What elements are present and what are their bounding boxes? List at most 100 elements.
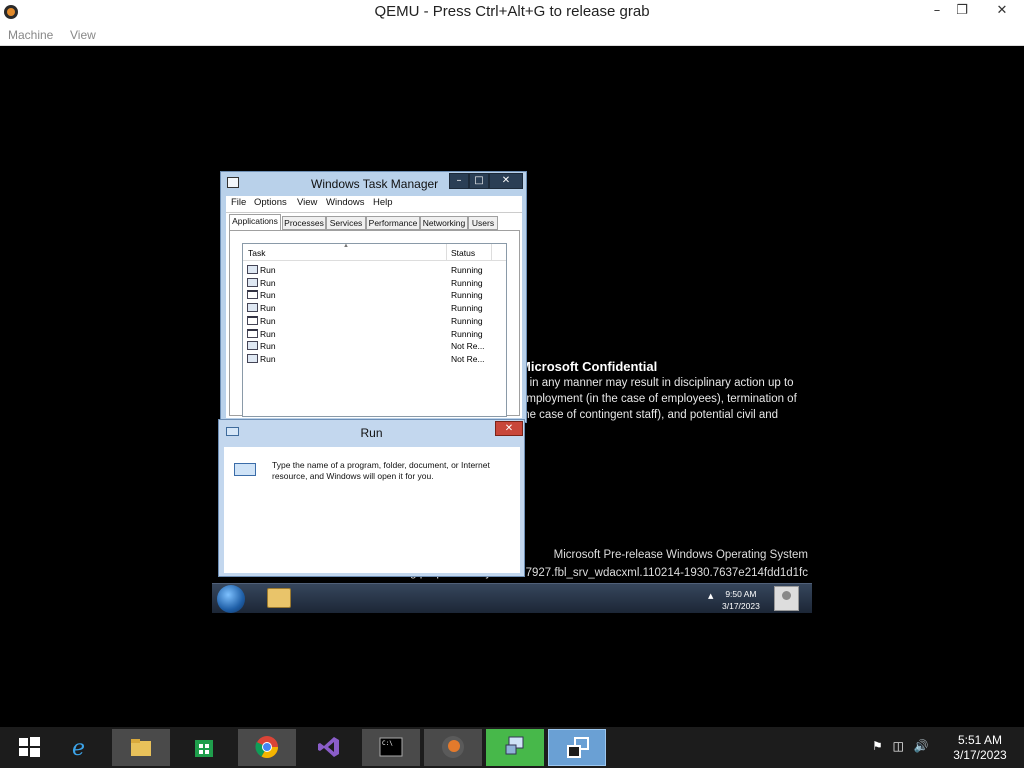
restore-button[interactable]: ❐ [947,0,977,22]
table-row[interactable]: Run Running [243,277,506,289]
task-status: Running [451,265,483,275]
tm-menu-options[interactable]: Options [254,197,287,208]
menu-view[interactable]: View [70,28,96,42]
run-dialog[interactable]: Run ✕ Type the name of a program, folder… [218,419,525,577]
window-icon [247,353,258,363]
tab-services[interactable]: Services [326,216,366,230]
tab-applications[interactable]: Applications [229,214,281,231]
show-hidden-icons-icon[interactable]: ▲ [708,592,713,600]
table-row[interactable]: Run Running [243,315,506,327]
window-icon [247,265,258,274]
tab-performance[interactable]: Performance [366,216,420,230]
run-title: Run [360,426,383,440]
window-icon [247,315,258,325]
tab-networking[interactable]: Networking [420,216,468,230]
command-prompt-icon: C:\ [379,737,403,757]
qemu-title-bar: QEMU - Press Ctrl+Alt+G to release grab … [0,0,1024,24]
tm-menu-view[interactable]: View [297,197,317,208]
user-avatar-icon[interactable] [774,586,799,611]
taskbar-store[interactable] [175,729,233,766]
run-program-icon [234,463,256,476]
tm-maximize-button[interactable]: □ [469,173,489,189]
taskbar-chrome[interactable] [238,729,296,766]
applications-panel: ▲ Task Status Run Running Run Running Run Run… [229,230,520,417]
tm-close-button[interactable]: ✕ [489,173,523,189]
system-tray: ⚑ ◫ 🔊 [872,739,929,753]
table-row[interactable]: Run Not Re... [243,340,506,352]
task-status: Running [451,328,483,339]
guest-taskbar: ▲ 9:50 AM 3/17/2023 [212,583,812,613]
network-icon[interactable]: ◫ [893,739,904,753]
window-icon [247,328,258,338]
taskbar-qemu[interactable] [424,729,482,766]
taskbar-task-view[interactable] [548,729,606,766]
task-name: Run [260,328,276,339]
chrome-icon [255,736,278,758]
host-taskbar: e C:\ ⚑ ◫ 🔊 5:51 AM 3/17/2023 [0,727,1024,768]
column-status[interactable]: Status [451,248,475,258]
remote-desktop-icon [505,736,524,755]
start-orb-icon[interactable] [217,585,245,613]
task-list[interactable]: ▲ Task Status Run Running Run Running Run Run… [242,243,507,417]
taskbar-visual-studio[interactable] [300,729,358,766]
tab-processes[interactable]: Processes [282,216,326,230]
guest-time: 9:50 AM [725,589,757,599]
guest-screen[interactable]: Microsoft Confidential e in any manner m… [0,47,1024,727]
task-name: Run [260,315,276,326]
guest-clock[interactable]: 9:50 AM 3/17/2023 [722,588,760,612]
taskbar-remote-app[interactable] [486,729,544,766]
tm-menu-file[interactable]: File [231,197,246,208]
table-row[interactable]: Run Running [243,264,506,276]
task-manager-title: Windows Task Manager [311,177,439,191]
taskbar-internet-explorer[interactable]: e [52,729,110,766]
column-task[interactable]: Task [248,248,265,258]
task-status: Running [451,277,483,288]
taskbar-file-explorer[interactable] [112,729,170,766]
folder-icon [131,739,151,756]
internet-explorer-icon: e [72,736,85,759]
action-center-flag-icon[interactable]: ⚑ [872,739,883,753]
tm-menu-windows[interactable]: Windows [326,197,365,208]
table-row[interactable]: Run Running [243,302,506,314]
run-close-button[interactable]: ✕ [495,421,523,436]
taskbar-command-prompt[interactable]: C:\ [362,729,420,766]
window-icon [247,277,258,287]
watermark-line-1: Microsoft Pre-release Windows Operating … [553,549,808,561]
task-list-header: ▲ Task Status [243,243,506,261]
tm-menu-help[interactable]: Help [373,197,393,208]
task-manager-window[interactable]: Windows Task Manager – □ ✕ File Options … [220,171,527,423]
task-status: Running [451,315,483,326]
task-name: Run [260,341,276,352]
task-name: Run [260,290,276,301]
tab-users[interactable]: Users [468,216,498,230]
task-manager-body: Applications Processes Services Performa… [226,212,522,418]
close-button[interactable]: ✕ [982,0,1022,22]
table-row[interactable]: Run Running [243,289,506,301]
confidential-line: employment (in the case of employees), t… [520,393,797,405]
run-body: Type the name of a program, folder, docu… [224,447,520,573]
window-icon [247,303,258,313]
svg-text:C:\: C:\ [382,740,393,747]
window-title: QEMU - Press Ctrl+Alt+G to release grab [374,3,650,20]
sort-arrow-icon: ▲ [343,243,349,249]
windows-logo-icon [19,737,40,757]
run-title-bar[interactable]: Run ✕ [219,420,524,444]
table-row[interactable]: Run Running [243,328,506,340]
task-name: Run [260,265,276,275]
volume-icon[interactable]: 🔊 [914,739,929,753]
tm-minimize-button[interactable]: – [449,173,469,189]
menu-machine[interactable]: Machine [8,28,53,42]
table-row[interactable]: Run Not Re... [243,353,506,365]
svg-text:e: e [72,736,85,759]
task-manager-title-bar[interactable]: Windows Task Manager – □ ✕ [221,172,526,196]
host-date: 3/17/2023 [953,748,1007,762]
store-icon [195,740,213,757]
explorer-icon[interactable] [267,588,291,608]
task-manager-menu: File Options View Windows Help [226,196,522,212]
task-status: Running [451,303,483,314]
host-clock[interactable]: 5:51 AM 3/17/2023 [950,733,1010,763]
start-button[interactable] [0,729,58,766]
window-icon [247,341,258,351]
task-name: Run [260,277,276,288]
window-icon [247,290,258,300]
